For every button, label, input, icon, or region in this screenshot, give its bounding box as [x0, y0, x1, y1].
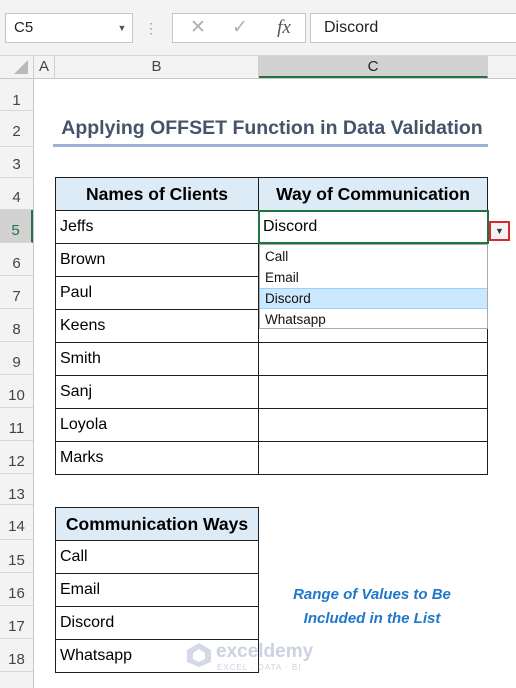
dropdown-option[interactable]: Call [260, 247, 487, 267]
chevron-down-icon: ▼ [495, 226, 504, 236]
validation-dropdown-list: Call Email Discord Whatsapp [259, 244, 488, 329]
chevron-down-icon[interactable]: ▼ [112, 13, 132, 43]
formula-buttons: ✕ ✓ fx [172, 13, 306, 43]
row-header[interactable]: 9 [0, 342, 33, 375]
title-underline [53, 144, 488, 147]
communication-cell[interactable] [258, 375, 488, 409]
row-header[interactable]: 14 [0, 505, 33, 540]
insert-function-icon[interactable]: fx [265, 14, 303, 42]
client-name-cell[interactable]: Keens [55, 309, 259, 343]
row-header[interactable]: 3 [0, 147, 33, 178]
client-name-cell[interactable]: Loyola [55, 408, 259, 442]
row-header[interactable]: 7 [0, 276, 33, 309]
client-name-cell[interactable]: Sanj [55, 375, 259, 409]
client-name-cell[interactable]: Smith [55, 342, 259, 376]
column-header-c[interactable]: C [259, 56, 488, 78]
dropdown-option[interactable]: Email [260, 268, 487, 288]
cancel-icon[interactable]: ✕ [179, 14, 217, 42]
way-cell[interactable]: Discord [55, 606, 259, 640]
row-header[interactable]: 6 [0, 243, 33, 276]
row-header[interactable]: 12 [0, 441, 33, 474]
client-name-cell[interactable]: Marks [55, 441, 259, 475]
active-cell-border [258, 210, 489, 244]
ways-table-header[interactable]: Communication Ways [55, 507, 259, 541]
column-header-d[interactable] [488, 56, 516, 78]
column-header-a[interactable]: A [34, 56, 55, 78]
row-header[interactable]: 1 [0, 79, 33, 111]
enter-check-icon[interactable]: ✓ [221, 14, 259, 42]
grip-dots-icon: ⋮ [144, 20, 158, 36]
note-line: Included in the List [303, 610, 441, 627]
client-name-cell[interactable]: Paul [55, 276, 259, 310]
dropdown-option-selected[interactable]: Discord [260, 288, 487, 309]
note-line: Range of Values to Be [293, 586, 451, 603]
way-cell[interactable]: Email [55, 573, 259, 607]
main-table-header-names[interactable]: Names of Clients [55, 177, 259, 211]
row-header[interactable]: 10 [0, 375, 33, 408]
row-header[interactable]: 11 [0, 408, 33, 441]
exceldemy-logo-icon [187, 643, 211, 667]
row-header[interactable]: 16 [0, 573, 33, 606]
watermark-sub: EXCEL · DATA · BI [217, 663, 302, 672]
column-header-bar: A B C [0, 56, 516, 79]
communication-cell[interactable] [258, 408, 488, 442]
row-header[interactable]: 5 [0, 210, 33, 243]
way-cell[interactable]: Call [55, 540, 259, 574]
range-note: Range of Values to Be Included in the Li… [260, 583, 484, 631]
communication-cell[interactable] [258, 441, 488, 475]
row-header[interactable]: 8 [0, 309, 33, 342]
watermark-name: exceldemy [216, 641, 314, 662]
watermark-logo: exceldemy EXCEL · DATA · BI [186, 638, 346, 678]
row-header[interactable]: 13 [0, 474, 33, 505]
row-header-bar: 1 2 3 4 5 6 7 8 9 10 11 12 13 14 15 16 1… [0, 79, 34, 688]
sheet-title: Applying OFFSET Function in Data Validat… [61, 117, 483, 139]
communication-cell[interactable] [258, 342, 488, 376]
client-name-cell[interactable]: Brown [55, 243, 259, 277]
formula-input[interactable]: Discord [310, 13, 516, 43]
row-header[interactable]: 4 [0, 178, 33, 210]
dropdown-arrow-button[interactable]: ▼ [489, 221, 510, 241]
client-name-cell[interactable]: Jeffs [55, 210, 259, 244]
row-header[interactable]: 18 [0, 639, 33, 672]
row-header[interactable]: 2 [0, 111, 33, 147]
select-all-triangle-icon [14, 60, 28, 74]
row-header[interactable]: 17 [0, 606, 33, 639]
column-header-b[interactable]: B [55, 56, 259, 78]
row-header[interactable]: 15 [0, 540, 33, 573]
dropdown-option[interactable]: Whatsapp [260, 310, 487, 330]
main-table-header-way[interactable]: Way of Communication [258, 177, 488, 211]
